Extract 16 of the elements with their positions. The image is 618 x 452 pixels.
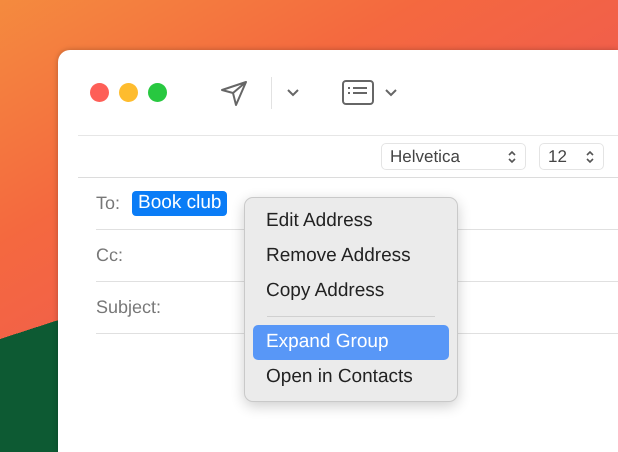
menu-item[interactable]: Edit Address (253, 204, 449, 239)
field-label: To: (96, 192, 120, 215)
menu-item[interactable]: Open in Contacts (253, 360, 449, 395)
chevron-down-icon[interactable] (384, 88, 398, 98)
updown-icon (585, 150, 595, 164)
updown-icon (507, 150, 517, 164)
close-button[interactable] (90, 83, 109, 102)
address-token[interactable]: Book club (132, 191, 228, 216)
menu-item[interactable]: Remove Address (253, 239, 449, 274)
field-label: Cc: (96, 244, 123, 267)
header-fields-icon[interactable] (342, 80, 374, 106)
chevron-down-icon[interactable] (286, 88, 300, 98)
menu-item[interactable]: Copy Address (253, 274, 449, 309)
font-popup[interactable]: Helvetica (381, 143, 526, 170)
field-label: Subject: (96, 296, 162, 319)
font-size-popup[interactable]: 12 (539, 143, 604, 170)
